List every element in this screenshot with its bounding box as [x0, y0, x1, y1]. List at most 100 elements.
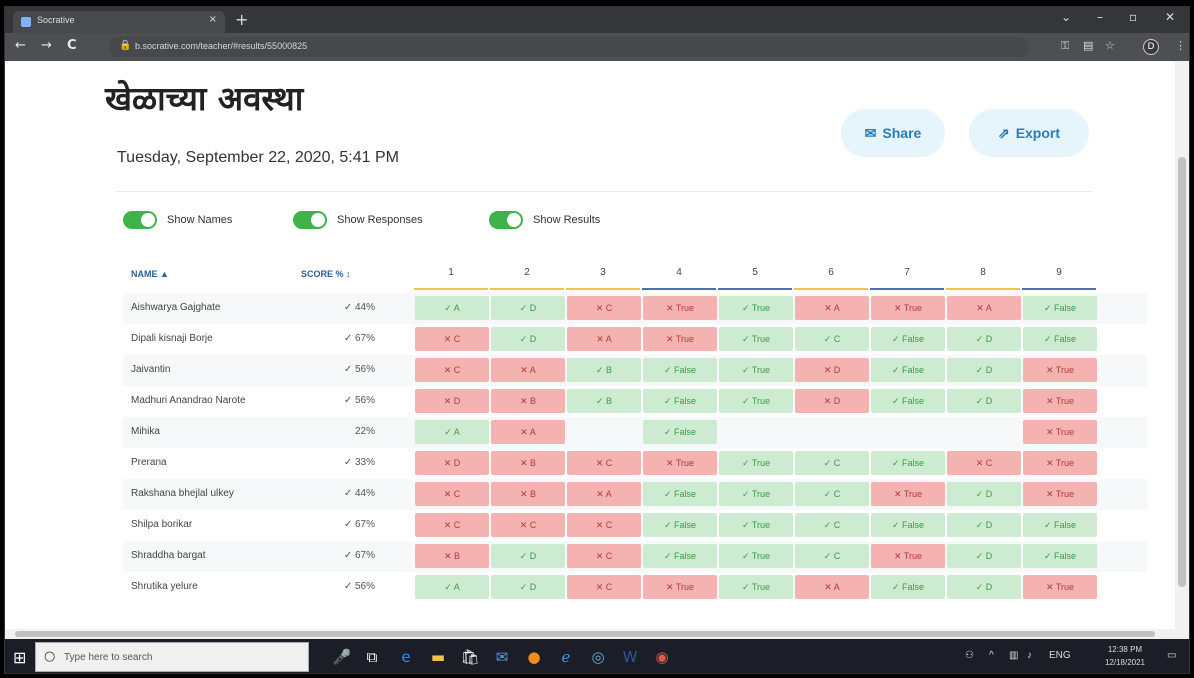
response-cell[interactable]: ✓ False: [643, 513, 717, 537]
file-explorer-icon[interactable]: ▬: [427, 646, 449, 668]
response-cell[interactable]: ✓ B: [567, 358, 641, 382]
response-cell[interactable]: ✓ True: [719, 513, 793, 537]
minimize-button[interactable]: –: [1097, 10, 1103, 24]
student-name[interactable]: Rakshana bhejlal ulkey: [131, 488, 234, 499]
response-cell[interactable]: ✓ True: [719, 482, 793, 506]
edge-icon[interactable]: e: [395, 646, 417, 668]
language-indicator[interactable]: ENG: [1049, 650, 1071, 661]
response-cell[interactable]: ✕ A: [795, 575, 869, 599]
response-cell[interactable]: ✕ True: [1023, 451, 1097, 475]
response-cell[interactable]: ✕ True: [871, 296, 945, 320]
task-view-icon[interactable]: ⧉: [361, 646, 383, 668]
student-name[interactable]: Shrutika yelure: [131, 581, 198, 592]
student-name[interactable]: Shraddha bargat: [131, 550, 206, 561]
share-button[interactable]: ✉ Share: [841, 109, 945, 157]
question-header-2[interactable]: 2: [491, 267, 563, 278]
response-cell[interactable]: ✓ False: [871, 575, 945, 599]
response-cell[interactable]: ✓ False: [643, 358, 717, 382]
question-header-9[interactable]: 9: [1023, 267, 1095, 278]
response-cell[interactable]: ✕ B: [491, 482, 565, 506]
response-cell[interactable]: ✓ False: [1023, 544, 1097, 568]
response-cell[interactable]: ✓ True: [719, 575, 793, 599]
response-cell[interactable]: ✓ D: [491, 575, 565, 599]
show-names-toggle[interactable]: Show Names: [123, 209, 232, 231]
response-cell[interactable]: ✕ C: [567, 451, 641, 475]
response-cell[interactable]: ✓ A: [415, 420, 489, 444]
response-cell[interactable]: ✓ D: [491, 544, 565, 568]
taskbar-search-input[interactable]: ○ Type here to search: [35, 642, 309, 672]
question-header-4[interactable]: 4: [643, 267, 715, 278]
question-header-6[interactable]: 6: [795, 267, 867, 278]
response-cell[interactable]: ✕ True: [1023, 575, 1097, 599]
kebab-menu-icon[interactable]: ⋮: [1175, 39, 1186, 52]
back-button[interactable]: ←: [15, 38, 26, 53]
toggle-switch[interactable]: [489, 211, 523, 229]
response-cell[interactable]: ✕ True: [643, 327, 717, 351]
response-cell[interactable]: ✕ D: [415, 389, 489, 413]
response-cell[interactable]: ✓ D: [947, 327, 1021, 351]
response-cell[interactable]: ✕ True: [643, 296, 717, 320]
response-cell[interactable]: ✕ True: [871, 482, 945, 506]
student-name[interactable]: Jaivantin: [131, 364, 170, 375]
response-cell[interactable]: ✓ B: [567, 389, 641, 413]
response-cell[interactable]: ✓ D: [947, 482, 1021, 506]
response-cell[interactable]: ✓ C: [795, 451, 869, 475]
response-cell[interactable]: ✓ False: [871, 389, 945, 413]
response-cell[interactable]: ✕ C: [567, 575, 641, 599]
response-cell[interactable]: ✕ D: [415, 451, 489, 475]
toggle-switch[interactable]: [293, 211, 327, 229]
volume-icon[interactable]: ♪: [1027, 650, 1032, 661]
response-cell[interactable]: ✕ A: [491, 420, 565, 444]
response-cell[interactable]: ✓ C: [795, 482, 869, 506]
chrome-icon[interactable]: ◉: [651, 646, 673, 668]
response-cell[interactable]: ✓ D: [491, 327, 565, 351]
response-cell[interactable]: ✕ B: [415, 544, 489, 568]
address-bar[interactable]: 🔒 b.socrative.com/teacher/#results/55000…: [109, 37, 1029, 57]
response-cell[interactable]: ✓ D: [947, 575, 1021, 599]
response-cell[interactable]: ✕ C: [491, 513, 565, 537]
response-cell[interactable]: ✓ False: [643, 482, 717, 506]
response-cell[interactable]: ✓ False: [1023, 296, 1097, 320]
score-column-header[interactable]: SCORE % ↕: [301, 269, 351, 279]
vertical-scrollbar[interactable]: [1175, 61, 1189, 629]
response-cell[interactable]: ✕ A: [795, 296, 869, 320]
question-header-8[interactable]: 8: [947, 267, 1019, 278]
response-cell[interactable]: ✕ D: [795, 389, 869, 413]
response-cell[interactable]: ✕ A: [491, 358, 565, 382]
response-cell[interactable]: ✓ D: [947, 389, 1021, 413]
response-cell[interactable]: ✕ True: [871, 544, 945, 568]
response-cell[interactable]: ✓ False: [871, 513, 945, 537]
response-cell[interactable]: ✓ True: [719, 358, 793, 382]
response-cell[interactable]: ✕ C: [567, 296, 641, 320]
key-icon[interactable]: ⚿: [1061, 39, 1069, 53]
response-cell[interactable]: ✓ False: [643, 420, 717, 444]
response-cell[interactable]: ✓ True: [719, 296, 793, 320]
response-cell[interactable]: ✓ True: [719, 389, 793, 413]
new-tab-button[interactable]: +: [235, 10, 248, 29]
show-results-toggle[interactable]: Show Results: [489, 209, 600, 231]
response-cell[interactable]: ✕ A: [567, 327, 641, 351]
response-cell[interactable]: ✕ C: [415, 513, 489, 537]
response-cell[interactable]: ✕ True: [1023, 482, 1097, 506]
toggle-switch[interactable]: [123, 211, 157, 229]
student-name[interactable]: Mihika: [131, 426, 160, 437]
response-cell[interactable]: ✓ C: [795, 513, 869, 537]
forward-button[interactable]: →: [41, 38, 52, 53]
reader-icon[interactable]: ▤: [1083, 39, 1093, 52]
question-header-1[interactable]: 1: [415, 267, 487, 278]
question-header-5[interactable]: 5: [719, 267, 791, 278]
star-icon[interactable]: ☆: [1105, 39, 1115, 52]
response-cell[interactable]: ✕ C: [415, 327, 489, 351]
response-cell[interactable]: ✕ C: [415, 482, 489, 506]
response-cell[interactable]: ✓ True: [719, 451, 793, 475]
response-cell[interactable]: ✓ D: [947, 513, 1021, 537]
tray-chevron-icon[interactable]: ^: [989, 650, 994, 661]
student-name[interactable]: Aishwarya Gajghate: [131, 302, 221, 313]
windows-start-icon[interactable]: ⊞: [13, 648, 26, 667]
response-cell[interactable]: ✓ False: [871, 327, 945, 351]
show-responses-toggle[interactable]: Show Responses: [293, 209, 423, 231]
student-name[interactable]: Dipali kisnaji Borje: [131, 333, 213, 344]
response-cell[interactable]: ✓ False: [643, 544, 717, 568]
response-cell[interactable]: ✕ True: [1023, 358, 1097, 382]
response-cell[interactable]: ✓ D: [491, 296, 565, 320]
